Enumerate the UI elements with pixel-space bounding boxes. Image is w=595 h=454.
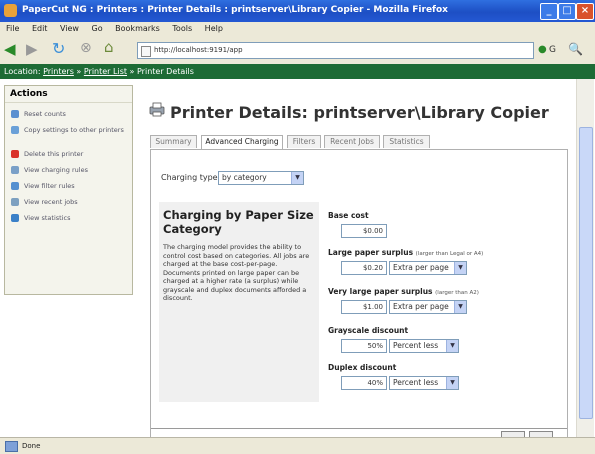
tab-summary[interactable]: Summary xyxy=(150,135,197,148)
menu-bar: File Edit View Go Bookmarks Tools Help xyxy=(0,22,595,37)
menu-bookmarks[interactable]: Bookmarks xyxy=(115,24,160,33)
menu-file[interactable]: File xyxy=(6,24,19,33)
chevron-down-icon: ▼ xyxy=(446,377,458,389)
action-label: Delete this printer xyxy=(24,150,84,158)
breadcrumb-separator: » xyxy=(129,67,135,76)
charging-type-label: Charging type: xyxy=(161,173,221,182)
status-bar: Done xyxy=(0,437,595,454)
window-title: PaperCut NG : Printers : Printer Details… xyxy=(22,5,448,15)
menu-edit[interactable]: Edit xyxy=(32,24,48,33)
address-bar[interactable]: http://localhost:9191/app xyxy=(137,42,534,59)
large-surplus-label: Large paper surplus (larger than Legal o… xyxy=(328,248,484,257)
very-large-surplus-mode-select[interactable]: Extra per page ▼ xyxy=(389,300,467,314)
charging-description: The charging model provides the ability … xyxy=(163,243,310,302)
navigation-toolbar: ◀ ▶ ↻ ⊗ ⌂ http://localhost:9191/app ● G … xyxy=(0,37,595,65)
action-label: Reset counts xyxy=(24,110,66,118)
breadcrumb-separator: » xyxy=(76,67,82,76)
grayscale-mode-select[interactable]: Percent less ▼ xyxy=(389,339,459,353)
charging-heading: Charging by Paper Size Category xyxy=(163,208,314,236)
stats-icon xyxy=(11,214,19,222)
menu-help[interactable]: Help xyxy=(205,24,223,33)
breadcrumb-printers[interactable]: Printers xyxy=(43,67,74,76)
base-cost-label: Base cost xyxy=(328,211,369,220)
location-bar: Location: Printers » Printer List » Prin… xyxy=(0,64,595,79)
jobs-icon xyxy=(11,198,19,206)
reset-icon xyxy=(11,110,19,118)
window-titlebar: PaperCut NG : Printers : Printer Details… xyxy=(0,0,595,22)
large-surplus-note: (larger than Legal or A4) xyxy=(415,251,484,257)
delete-icon xyxy=(11,150,19,158)
printer-icon xyxy=(149,102,165,117)
stop-icon[interactable]: ⊗ xyxy=(80,41,92,56)
charging-type-select[interactable]: by category ▼ xyxy=(218,171,304,185)
grayscale-discount-input[interactable]: 50% xyxy=(341,339,387,353)
menu-view[interactable]: View xyxy=(60,24,79,33)
large-surplus-input[interactable]: $0.20 xyxy=(341,261,387,275)
firefox-icon xyxy=(4,4,17,17)
chevron-down-icon: ▼ xyxy=(454,262,466,274)
reload-icon[interactable]: ↻ xyxy=(52,41,65,57)
chevron-down-icon: ▼ xyxy=(454,301,466,313)
actions-sidebar: Actions Reset counts Copy settings to ot… xyxy=(4,85,133,295)
very-large-surplus-note: (larger than A2) xyxy=(435,290,479,296)
forward-icon[interactable]: ▶ xyxy=(26,42,38,57)
action-label: View recent jobs xyxy=(24,198,78,206)
page-content: Actions Reset counts Copy settings to ot… xyxy=(0,79,595,439)
breadcrumb: Location: Printers » Printer List » Prin… xyxy=(4,67,194,76)
back-icon[interactable]: ◀ xyxy=(4,42,16,57)
divider xyxy=(151,428,567,429)
go-button-label[interactable]: G xyxy=(549,43,556,58)
page-icon xyxy=(141,46,151,57)
duplex-mode-select[interactable]: Percent less ▼ xyxy=(389,376,459,390)
menu-go[interactable]: Go xyxy=(92,24,103,33)
tab-recent-jobs[interactable]: Recent Jobs xyxy=(324,135,380,148)
breadcrumb-printer-details: Printer Details xyxy=(137,67,194,76)
tab-advanced-charging[interactable]: Advanced Charging xyxy=(201,135,283,149)
grayscale-discount-label: Grayscale discount xyxy=(328,326,409,335)
action-label: Copy settings to other printers xyxy=(24,126,124,134)
action-label: View filter rules xyxy=(24,182,75,190)
chevron-down-icon: ▼ xyxy=(446,340,458,352)
search-icon[interactable]: 🔍 xyxy=(568,42,583,57)
large-surplus-mode-select[interactable]: Extra per page ▼ xyxy=(389,261,467,275)
status-text: Done xyxy=(22,442,41,450)
base-cost-input[interactable]: $0.00 xyxy=(341,224,387,238)
go-button-icon[interactable]: ● xyxy=(538,42,547,57)
action-label: View charging rules xyxy=(24,166,88,174)
minimize-button[interactable]: _ xyxy=(540,3,558,20)
rules-icon xyxy=(11,166,19,174)
page-title: Printer Details: printserver\Library Cop… xyxy=(170,103,549,122)
home-icon[interactable]: ⌂ xyxy=(104,40,114,55)
location-prefix: Location: xyxy=(4,67,41,76)
maximize-button[interactable]: □ xyxy=(558,3,576,20)
duplex-discount-input[interactable]: 40% xyxy=(341,376,387,390)
tab-filters[interactable]: Filters xyxy=(287,135,321,148)
charging-type-value: by category xyxy=(222,173,267,182)
vertical-scrollbar[interactable] xyxy=(576,79,594,437)
address-text: http://localhost:9191/app xyxy=(154,46,243,54)
very-large-surplus-label: Very large paper surplus (larger than A2… xyxy=(328,287,479,296)
menu-tools[interactable]: Tools xyxy=(172,24,192,33)
action-label: View statistics xyxy=(24,214,71,222)
chevron-down-icon: ▼ xyxy=(291,172,303,184)
filter-icon xyxy=(11,182,19,190)
very-large-surplus-input[interactable]: $1.00 xyxy=(341,300,387,314)
copy-icon xyxy=(11,126,19,134)
tab-statistics[interactable]: Statistics xyxy=(383,135,430,148)
close-button[interactable]: × xyxy=(576,3,594,20)
status-icon xyxy=(5,441,18,452)
advanced-charging-panel: Charging type: by category ▼ Charging by… xyxy=(150,149,568,439)
charging-description-box: Charging by Paper Size Category The char… xyxy=(159,202,319,402)
duplex-discount-label: Duplex discount xyxy=(328,363,397,372)
scrollbar-thumb[interactable] xyxy=(579,127,593,419)
breadcrumb-printer-list[interactable]: Printer List xyxy=(84,67,127,76)
actions-title: Actions xyxy=(5,86,132,103)
